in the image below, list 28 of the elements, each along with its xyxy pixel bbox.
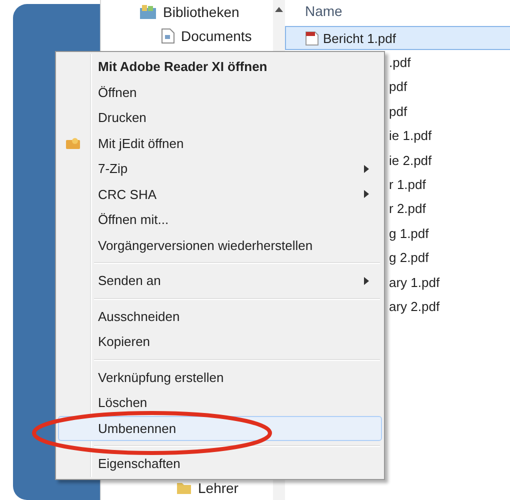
menu-item[interactable]: Öffnen mit... (58, 207, 382, 232)
menu-item[interactable]: Eigenschaften (58, 451, 382, 476)
navigation-item[interactable]: Lehrer (176, 476, 273, 500)
submenu-arrow-icon (364, 190, 369, 198)
menu-item[interactable]: Löschen (58, 390, 382, 416)
menu-item[interactable]: Senden an (58, 268, 382, 294)
menu-item[interactable]: Umbenennen (58, 416, 382, 441)
menu-item[interactable]: Vorgängerversionen wiederherstellen (58, 232, 382, 258)
library-icon (139, 4, 157, 20)
menu-item[interactable]: Drucken (58, 105, 382, 130)
file-row[interactable]: Bericht 1.pdf (285, 26, 510, 50)
menu-item[interactable]: Kopieren (58, 329, 382, 354)
submenu-arrow-icon (364, 164, 369, 173)
menu-item[interactable]: 7-Zip (58, 156, 382, 182)
submenu-arrow-icon (364, 276, 369, 285)
menu-item[interactable]: Mit Adobe Reader XI öffnen (58, 54, 382, 80)
menu-item[interactable]: CRC SHA (58, 182, 382, 207)
scroll-up-arrow-icon[interactable] (275, 6, 283, 12)
document-icon (161, 28, 175, 44)
navigation-item[interactable]: Documents (139, 24, 273, 48)
pdf-file-icon (305, 30, 319, 46)
menu-item[interactable]: Verknüpfung erstellen (58, 364, 382, 390)
navigation-item[interactable]: Bibliotheken (139, 0, 273, 24)
menu-item[interactable]: Öffnen (58, 80, 382, 105)
app-icon (65, 136, 81, 150)
menu-item[interactable]: Mit jEdit öffnen (58, 130, 382, 156)
menu-item[interactable]: Ausschneiden (58, 304, 382, 329)
column-header[interactable]: Name (285, 0, 510, 26)
